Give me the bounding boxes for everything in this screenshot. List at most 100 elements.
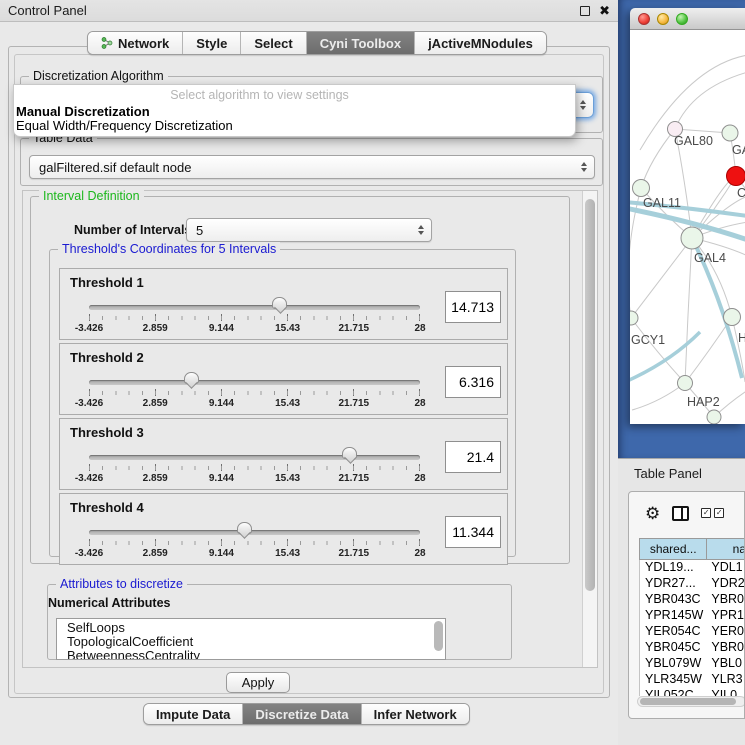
threshold-row: Threshold 2 -3.4262.8599.14415.4321.7152… xyxy=(59,343,508,415)
table-row[interactable]: YPR145WYPR1 xyxy=(640,608,745,624)
checkbox-icon[interactable]: ✓ xyxy=(701,508,711,518)
column-header-name[interactable]: na xyxy=(707,539,745,559)
table-row[interactable]: YBL079WYBL0 xyxy=(640,656,745,672)
table-cell[interactable]: YPR145W xyxy=(640,608,707,624)
network-canvas[interactable]: GAL80 GA GAL11 C GAL4 GCY1 H HAP2 xyxy=(630,30,745,424)
table-data-combobox[interactable]: galFiltered.sif default node xyxy=(29,155,595,179)
node-top-right xyxy=(722,125,738,141)
tab-impute-data[interactable]: Impute Data xyxy=(144,704,242,724)
table-cell[interactable]: YPR1 xyxy=(707,608,745,624)
table-cell[interactable]: YBR0 xyxy=(707,592,745,608)
tick-label: -3.426 xyxy=(75,398,103,409)
tab-cyni-toolbox[interactable]: Cyni Toolbox xyxy=(306,32,414,54)
tab-infer-network[interactable]: Infer Network xyxy=(361,704,469,724)
table-row[interactable]: YDR27...YDR2 xyxy=(640,576,745,592)
algorithm-option-equal-width[interactable]: Equal Width/Frequency Discretization xyxy=(16,118,233,133)
threshold-slider[interactable]: -3.4262.8599.14415.4321.71528 xyxy=(89,449,420,489)
threshold-value-box[interactable]: 6.316 xyxy=(445,366,501,398)
apply-button[interactable]: Apply xyxy=(226,672,290,693)
tick-label: -3.426 xyxy=(75,473,103,484)
tab-jactivemnodules[interactable]: jActiveMNodules xyxy=(414,32,546,54)
slider-track[interactable] xyxy=(89,455,420,460)
network-icon xyxy=(101,37,113,49)
node-gal4 xyxy=(681,227,703,249)
attributes-list-scrollbar-thumb[interactable] xyxy=(434,621,443,651)
slider-thumb[interactable] xyxy=(272,297,287,309)
tab-select[interactable]: Select xyxy=(240,32,305,54)
tick-labels: -3.4262.8599.14415.4321.71528 xyxy=(89,473,420,485)
tab-network[interactable]: Network xyxy=(88,32,182,54)
number-of-intervals-combobox[interactable]: 5 xyxy=(186,218,432,242)
vertical-scrollbar-thumb[interactable] xyxy=(585,199,595,591)
tab-label: Style xyxy=(196,36,227,51)
float-window-icon[interactable] xyxy=(580,6,590,16)
threshold-slider[interactable]: -3.4262.8599.14415.4321.71528 xyxy=(89,299,420,339)
zoom-traffic-light-icon[interactable] xyxy=(676,13,688,25)
table-cell[interactable]: YLR345W xyxy=(640,672,707,688)
threshold-row: Threshold 1 -3.4262.8599.14415.4321.7152… xyxy=(59,268,508,340)
gear-icon[interactable]: ⚙ xyxy=(645,505,660,522)
table-cell[interactable]: YDL19... xyxy=(640,560,707,576)
close-icon[interactable]: ✖ xyxy=(599,6,610,16)
table-row[interactable]: YER054CYER0 xyxy=(640,624,745,640)
slider-ticks-minor xyxy=(89,541,421,545)
algorithm-placeholder-option[interactable]: Select algorithm to view settings xyxy=(14,88,575,102)
node-label-gal80: GAL80 xyxy=(674,134,713,148)
slider-thumb[interactable] xyxy=(237,522,252,534)
table-row[interactable]: YIL052CYIL0 xyxy=(640,688,745,696)
attribute-list-item[interactable]: TopologicalCoefficient xyxy=(67,635,445,649)
close-traffic-light-icon[interactable] xyxy=(638,13,650,25)
threshold-value-box[interactable]: 21.4 xyxy=(445,441,501,473)
table-cell[interactable]: YER054C xyxy=(640,624,707,640)
thresholds-group-label: Threshold's Coordinates for 5 Intervals xyxy=(58,242,280,256)
node-hap2 xyxy=(678,376,693,391)
table-panel-body: ⚙ ✓ ✓ shared... na YDL19...YDL1YDR27...Y… xyxy=(628,491,745,719)
table-cell[interactable]: YBR0 xyxy=(707,640,745,656)
tick-label: 9.144 xyxy=(209,398,234,409)
tab-discretize-data[interactable]: Discretize Data xyxy=(242,704,360,724)
horizontal-scrollbar[interactable] xyxy=(637,696,745,707)
attributes-group: Attributes to discretize Numerical Attri… xyxy=(47,584,512,660)
table-cell[interactable]: YER0 xyxy=(707,624,745,640)
slider-track[interactable] xyxy=(89,530,420,535)
table-cell[interactable]: YBR045C xyxy=(640,640,707,656)
threshold-value-box[interactable]: 14.713 xyxy=(445,291,501,323)
table-cell[interactable]: YLR3 xyxy=(707,672,745,688)
table-data-combobox-value: galFiltered.sif default node xyxy=(39,160,191,175)
screen: Control Panel ✖ Network Style xyxy=(0,0,745,745)
algorithm-option-manual[interactable]: Manual Discretization xyxy=(16,104,150,119)
table-cell[interactable]: YDR2 xyxy=(707,576,745,592)
combo-arrows-icon xyxy=(580,100,586,110)
table-cell[interactable]: YBL0 xyxy=(707,656,745,672)
table-row[interactable]: YBR045CYBR0 xyxy=(640,640,745,656)
tab-style[interactable]: Style xyxy=(182,32,240,54)
vertical-scrollbar[interactable] xyxy=(582,191,597,667)
slider-track[interactable] xyxy=(89,380,420,385)
attribute-list-item[interactable]: BetweennessCentrality xyxy=(67,649,445,660)
table-cell[interactable]: YDR27... xyxy=(640,576,707,592)
interval-definition-label: Interval Definition xyxy=(39,189,144,203)
table-row[interactable]: YDL19...YDL1 xyxy=(640,560,745,576)
threshold-slider[interactable]: -3.4262.8599.14415.4321.71528 xyxy=(89,374,420,414)
numerical-attributes-list[interactable]: SelfLoopsTopologicalCoefficientBetweenne… xyxy=(56,618,446,660)
table-cell[interactable]: YBR043C xyxy=(640,592,707,608)
threshold-slider[interactable]: -3.4262.8599.14415.4321.71528 xyxy=(89,524,420,564)
network-view-window: GAL80 GA GAL11 C GAL4 GCY1 H HAP2 xyxy=(630,8,745,424)
table-cell[interactable]: YDL1 xyxy=(707,560,745,576)
horizontal-scrollbar-thumb[interactable] xyxy=(640,698,736,705)
slider-thumb[interactable] xyxy=(342,447,357,459)
table-cell[interactable]: YBL079W xyxy=(640,656,707,672)
slider-track[interactable] xyxy=(89,305,420,310)
table-row[interactable]: YBR043CYBR0 xyxy=(640,592,745,608)
minimize-traffic-light-icon[interactable] xyxy=(657,13,669,25)
node-gcy1 xyxy=(630,311,638,325)
table-cell[interactable]: YIL0 xyxy=(707,688,745,696)
split-view-icon[interactable] xyxy=(672,506,689,521)
threshold-value-box[interactable]: 11.344 xyxy=(445,516,501,548)
checkbox-icon[interactable]: ✓ xyxy=(714,508,724,518)
attribute-list-item[interactable]: SelfLoops xyxy=(67,621,445,635)
column-header-shared-name[interactable]: shared... xyxy=(640,539,707,559)
slider-thumb[interactable] xyxy=(184,372,199,384)
table-row[interactable]: YLR345WYLR3 xyxy=(640,672,745,688)
table-cell[interactable]: YIL052C xyxy=(640,688,707,696)
